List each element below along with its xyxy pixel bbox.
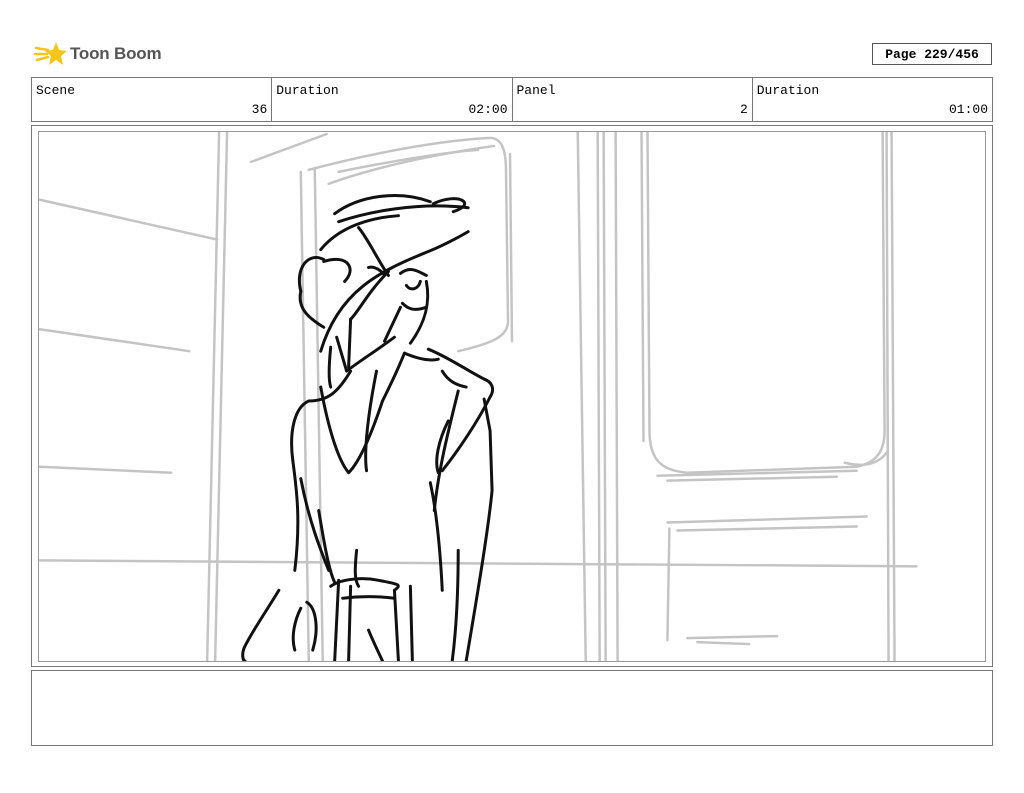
panel-label: Panel: [516, 83, 556, 98]
scene-duration-value: 02:00: [468, 102, 508, 117]
storyboard-panel-image: [38, 131, 986, 662]
scene-duration-cell: Duration 02:00: [272, 78, 513, 121]
sketch-drawing: [39, 132, 918, 661]
panel-value: 2: [739, 102, 748, 117]
panel-notes-area: [31, 670, 993, 746]
scene-duration-label: Duration: [276, 83, 339, 98]
character-sketch: [241, 194, 495, 661]
panel-info-row: Scene 36 Duration 02:00 Panel 2 Duration…: [31, 77, 993, 122]
logo-text: Toon Boom: [70, 44, 162, 63]
scene-value: 36: [251, 102, 268, 117]
panel-cell: Panel 2: [513, 78, 753, 121]
storyboard-panel-frame: [31, 125, 993, 667]
page-indicator: Page 229/456: [872, 43, 992, 65]
panel-duration-cell: Duration 01:00: [753, 78, 992, 121]
logo-star-icon: [34, 42, 67, 65]
toon-boom-logo: Toon Boom: [34, 38, 164, 70]
panel-duration-label: Duration: [756, 83, 820, 98]
scene-cell: Scene 36: [32, 78, 273, 121]
scene-label: Scene: [36, 83, 76, 98]
panel-duration-value: 01:00: [948, 102, 988, 117]
